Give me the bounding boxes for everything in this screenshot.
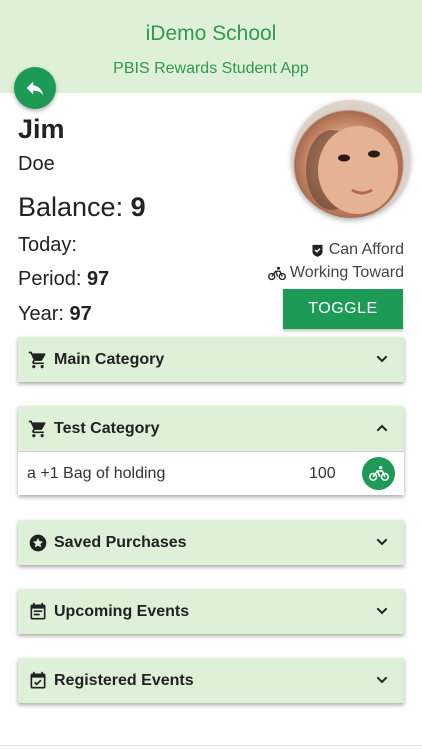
panel-title: Main Category xyxy=(54,350,165,368)
app-subtitle: PBIS Rewards Student App xyxy=(113,60,309,77)
panel-header[interactable]: Saved Purchases xyxy=(18,520,404,565)
back-arrow-icon xyxy=(26,81,44,96)
calendar-check-icon xyxy=(30,671,46,688)
can-afford-label: Can Afford xyxy=(328,241,404,258)
star-icon xyxy=(29,534,47,551)
calendar-icon xyxy=(30,602,46,619)
chevron-up-icon[interactable] xyxy=(374,420,390,436)
chevron-down-icon[interactable] xyxy=(374,351,390,367)
panel-header[interactable]: Registered Events xyxy=(18,658,404,703)
child-photo-icon xyxy=(306,126,398,214)
balance-display: Balance: 9 xyxy=(18,192,146,223)
panel-header[interactable]: Main Category xyxy=(18,337,404,382)
toggle-button[interactable]: TOGGLE xyxy=(283,289,403,329)
chevron-down-icon[interactable] xyxy=(374,534,390,550)
panel-title: Registered Events xyxy=(54,671,194,689)
student-last-name: Doe xyxy=(18,153,55,175)
bicycle-icon xyxy=(368,466,389,481)
panel-main-category[interactable]: Main Category xyxy=(18,337,404,382)
period-stat: Period: 97 xyxy=(18,268,109,291)
panel-upcoming-events[interactable]: Upcoming Events xyxy=(18,589,404,634)
list-item[interactable]: a +1 Bag of holding 100 xyxy=(18,451,404,495)
working-toward-legend: Working Toward xyxy=(267,264,404,282)
year-label: Year: xyxy=(18,303,70,325)
today-stat: Today: xyxy=(18,234,77,257)
year-stat: Year: 97 xyxy=(18,303,92,326)
student-first-name: Jim xyxy=(18,114,65,144)
working-toward-label: Working Toward xyxy=(289,264,404,281)
balance-label: Balance: xyxy=(18,192,131,222)
student-avatar xyxy=(292,100,410,218)
item-price: 100 xyxy=(309,464,336,482)
app-header: iDemo School PBIS Rewards Student App xyxy=(0,0,422,93)
item-name: a +1 Bag of holding xyxy=(27,464,166,482)
check-shield-icon xyxy=(312,244,323,257)
can-afford-legend: Can Afford xyxy=(310,241,404,259)
panel-title: Saved Purchases xyxy=(54,533,187,551)
panel-title: Upcoming Events xyxy=(54,602,190,620)
panel-test-category[interactable]: Test Category a +1 Bag of holding 100 xyxy=(18,406,404,495)
panel-header[interactable]: Test Category xyxy=(18,406,404,451)
school-name: iDemo School xyxy=(145,22,277,45)
chevron-down-icon[interactable] xyxy=(374,603,390,619)
panel-saved-purchases[interactable]: Saved Purchases xyxy=(18,520,404,565)
period-value: 97 xyxy=(86,268,110,290)
panel-header[interactable]: Upcoming Events xyxy=(18,589,404,634)
bicycle-icon xyxy=(267,266,286,280)
panel-registered-events[interactable]: Registered Events xyxy=(18,658,404,703)
cart-icon xyxy=(28,351,46,368)
year-value: 97 xyxy=(69,303,92,325)
chevron-down-icon[interactable] xyxy=(374,672,390,688)
bottom-divider xyxy=(0,745,422,746)
balance-value: 9 xyxy=(130,192,146,222)
working-toward-button[interactable] xyxy=(362,457,395,490)
cart-icon xyxy=(28,420,46,437)
today-label: Today: xyxy=(18,234,77,256)
back-button[interactable] xyxy=(14,67,56,109)
panel-title: Test Category xyxy=(54,419,160,437)
period-label: Period: xyxy=(18,268,87,290)
